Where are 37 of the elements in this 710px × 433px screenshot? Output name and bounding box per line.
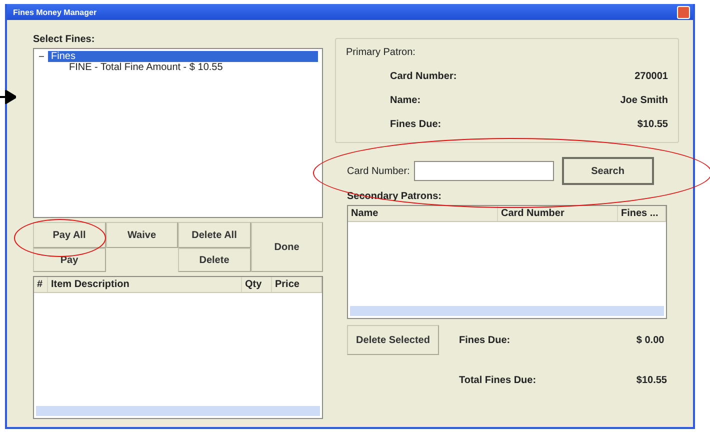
column-header[interactable]: Card Number — [498, 206, 618, 221]
group-title: Primary Patron: — [346, 47, 416, 58]
field-label: Card Number: — [390, 71, 457, 82]
pointer-arrow-icon — [0, 90, 16, 104]
action-button[interactable]: Delete — [178, 248, 250, 272]
scrollbar[interactable] — [350, 306, 664, 316]
field-value: 270001 — [634, 71, 668, 82]
column-header[interactable]: Qty — [242, 277, 272, 292]
action-button[interactable]: Done — [250, 222, 323, 272]
collapse-icon[interactable] — [38, 53, 45, 60]
field-value: $ 0.00 — [636, 334, 666, 346]
column-header[interactable]: Item Description — [48, 277, 242, 292]
delete-selected-button[interactable]: Delete Selected — [347, 325, 439, 355]
action-button[interactable]: Waive — [106, 222, 178, 248]
window-title: Fines Money Manager — [13, 8, 97, 16]
action-button[interactable]: Pay — [33, 248, 106, 272]
tree-item[interactable]: Fines — [48, 51, 318, 62]
card-number-field[interactable] — [414, 161, 554, 181]
close-icon[interactable] — [677, 6, 690, 18]
field-label: Total Fines Due: — [459, 375, 538, 386]
column-header[interactable]: # — [34, 277, 48, 292]
search-button[interactable]: Search — [562, 157, 654, 185]
field-label: Fines Due: — [390, 119, 442, 130]
section-label: Select Fines: — [33, 34, 96, 45]
action-button[interactable]: Pay All — [33, 222, 106, 248]
scrollbar[interactable] — [36, 406, 320, 416]
field-value: Joe Smith — [620, 95, 668, 106]
tree-item[interactable]: FINE - Total Fine Amount - $ 10.55 — [66, 62, 226, 73]
field-value: $10.55 — [637, 119, 668, 130]
field-label: Card Number: — [347, 166, 410, 176]
column-header[interactable]: Fines ... — [618, 206, 666, 221]
field-value: $10.55 — [636, 375, 667, 386]
field-label: Fines Due: — [459, 334, 512, 346]
action-button[interactable]: Delete All — [178, 222, 250, 248]
field-label: Name: — [390, 95, 421, 106]
column-header[interactable]: Name — [348, 206, 498, 221]
column-header[interactable]: Price — [272, 277, 322, 292]
